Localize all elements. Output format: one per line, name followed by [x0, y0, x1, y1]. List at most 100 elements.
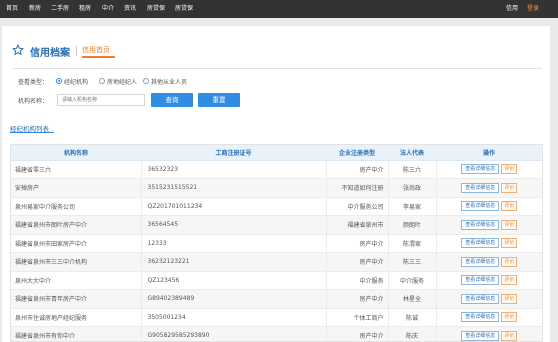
view-details-button[interactable]: 查看详细信息: [461, 164, 500, 175]
nav-loan-2[interactable]: 房贷保: [175, 0, 193, 18]
rate-button[interactable]: 评价: [501, 238, 518, 249]
view-details-button[interactable]: 查看详细信息: [461, 238, 500, 249]
cell-license: G905829585293890: [140, 326, 326, 341]
cell-license: 36564545: [140, 215, 326, 235]
cell-actions: 查看详细信息 评价: [435, 234, 542, 253]
title-separator: [76, 46, 77, 56]
view-details-button[interactable]: 查看详细信息: [461, 293, 500, 304]
table-row: 福建省泉州市三三中介机构 36232123221 房产中介 陈三三 查看详细信息 评价: [11, 252, 542, 272]
view-details-button[interactable]: 查看详细信息: [461, 275, 500, 286]
cell-actions: 查看详细信息 评价: [435, 308, 542, 327]
nav-loan-1[interactable]: 房贷保: [147, 0, 165, 18]
cell-legal-rep: 陈三六: [387, 160, 436, 179]
cell-legal-rep: 李易家: [387, 197, 436, 216]
cell-agency-name: 福建省泉州市田家房产中介: [11, 234, 141, 253]
nav-login[interactable]: 登录: [527, 0, 539, 18]
table-row: 泉州大大中介 QZ123456 中介服务 中介服务 查看详细信息 评价: [11, 271, 542, 290]
cell-license: G89402389489: [140, 289, 326, 309]
cell-register-type: 福建省泉州市: [325, 215, 388, 235]
cell-actions: 查看详细信息 评价: [435, 178, 542, 198]
page-title: 信用档案: [30, 48, 70, 59]
cell-agency-name: 福建省泉州市三三中介机构: [11, 252, 141, 272]
rate-button[interactable]: 评价: [501, 164, 518, 175]
cell-register-type: 房产中介: [325, 289, 388, 309]
cell-actions: 查看详细信息 评价: [435, 197, 542, 216]
radio-dot[interactable]: [99, 78, 105, 84]
type-label: 查看类型：: [18, 79, 49, 86]
rate-button[interactable]: 评价: [501, 312, 518, 323]
cell-actions: 查看详细信息 评价: [435, 326, 542, 341]
cell-legal-rep: 陈诚: [387, 308, 436, 327]
radio-other-staff[interactable]: 其他从业人员: [143, 77, 187, 86]
cell-register-type: 个体工商户: [325, 308, 388, 327]
nav-agency[interactable]: 中介: [102, 0, 114, 18]
radio-dot[interactable]: [143, 78, 149, 84]
radio-broker[interactable]: 房地经纪人: [99, 77, 137, 86]
cell-license: 36232123221: [140, 252, 326, 272]
cell-actions: 查看详细信息 评价: [435, 215, 542, 235]
nav-home[interactable]: 首页: [6, 0, 18, 18]
cell-agency-name: 泉州易家中介服务公司: [11, 197, 141, 216]
nav-news[interactable]: 资讯: [124, 0, 136, 18]
page-header: 信用档案 信用首页: [2, 41, 550, 61]
rate-button[interactable]: 评价: [501, 330, 518, 341]
cell-license: 12333: [140, 234, 326, 253]
view-details-button[interactable]: 查看详细信息: [461, 182, 500, 193]
cell-actions: 查看详细信息 评价: [435, 160, 542, 179]
cell-register-type: 房产中介: [325, 252, 388, 272]
view-details-button[interactable]: 查看详细信息: [461, 256, 500, 267]
content-panel: 信用档案 信用首页 查看类型： 经纪机构 房地经纪人 其他从业人员 机构名称： …: [2, 26, 550, 342]
cell-register-type: 不知道如何注册: [325, 178, 388, 198]
cell-license: QZ123456: [140, 271, 326, 290]
cell-register-type: 房产中介: [325, 326, 388, 341]
nav-credit[interactable]: 信用: [506, 0, 518, 18]
cell-register-type: 房产中介: [325, 234, 388, 253]
agency-name-input[interactable]: [57, 94, 145, 106]
cell-legal-rep: 中介服务: [387, 271, 436, 290]
cell-actions: 查看详细信息 评价: [435, 289, 542, 309]
view-details-button[interactable]: 查看详细信息: [461, 330, 500, 341]
table-row: 福建省泉州市有你中介 G905829585293890 房产中介 陈庆 查看详细信息 评价: [11, 326, 542, 341]
cell-legal-rep: 颜朗叶: [387, 215, 436, 235]
nav-second-hand[interactable]: 二手房: [51, 0, 69, 18]
cell-license: QZ201701011234: [140, 197, 326, 216]
table-row: 福建省泉州市青年房产中介 G89402389489 房产中介 林星全 查看详细信息 评价: [11, 289, 542, 309]
cell-agency-name: 福建省泉州市青年房产中介: [11, 289, 141, 309]
col-header-actions: 操作: [436, 145, 542, 161]
reset-button[interactable]: 重置: [198, 93, 240, 107]
rate-button[interactable]: 评价: [501, 293, 518, 304]
rate-button[interactable]: 评价: [501, 219, 518, 230]
radio-dot[interactable]: [56, 78, 62, 84]
view-details-button[interactable]: 查看详细信息: [461, 201, 500, 212]
tab-credit-home[interactable]: 信用首页: [82, 45, 110, 55]
rate-button[interactable]: 评价: [501, 182, 518, 193]
rate-button[interactable]: 评价: [501, 256, 518, 267]
table-header: 机构名称 工商注册证号 企业注册类型 法人代表 操作: [11, 145, 542, 161]
tab-active-underline: [82, 56, 115, 58]
cell-register-type: 房产中介: [325, 160, 388, 179]
cell-license: 3515231515521: [140, 178, 326, 198]
cell-legal-rep: 陈渭家: [387, 234, 436, 253]
rate-button[interactable]: 评价: [501, 275, 518, 286]
cell-legal-rep: 林星全: [387, 289, 436, 309]
cell-agency-name: 福建省泉州市有你中介: [11, 326, 141, 341]
star-icon: [12, 44, 24, 55]
cell-agency-name: 福建省泉州市朗叶房产中介: [11, 215, 141, 235]
view-details-button[interactable]: 查看详细信息: [461, 312, 500, 323]
nav-new-house[interactable]: 新房: [29, 0, 41, 18]
cell-legal-rep: 张尚政: [387, 178, 436, 198]
rate-button[interactable]: 评价: [501, 201, 518, 212]
col-header-type: 企业注册类型: [326, 145, 388, 161]
cell-agency-name: 泉州市住诚房地产经纪服务: [11, 308, 141, 327]
name-label: 机构名称：: [18, 98, 49, 105]
cell-license: 3505001234: [140, 308, 326, 327]
cell-agency-name: 泉州大大中介: [11, 271, 141, 290]
radio-agency[interactable]: 经纪机构: [56, 77, 88, 86]
cell-license: 36532323: [140, 160, 326, 179]
nav-rent[interactable]: 租房: [79, 0, 91, 18]
query-button[interactable]: 查询: [151, 93, 193, 107]
cell-register-type: 中介服务: [325, 271, 388, 290]
col-header-license: 工商注册证号: [141, 145, 326, 161]
header-divider: [12, 68, 542, 69]
view-details-button[interactable]: 查看详细信息: [461, 219, 500, 230]
